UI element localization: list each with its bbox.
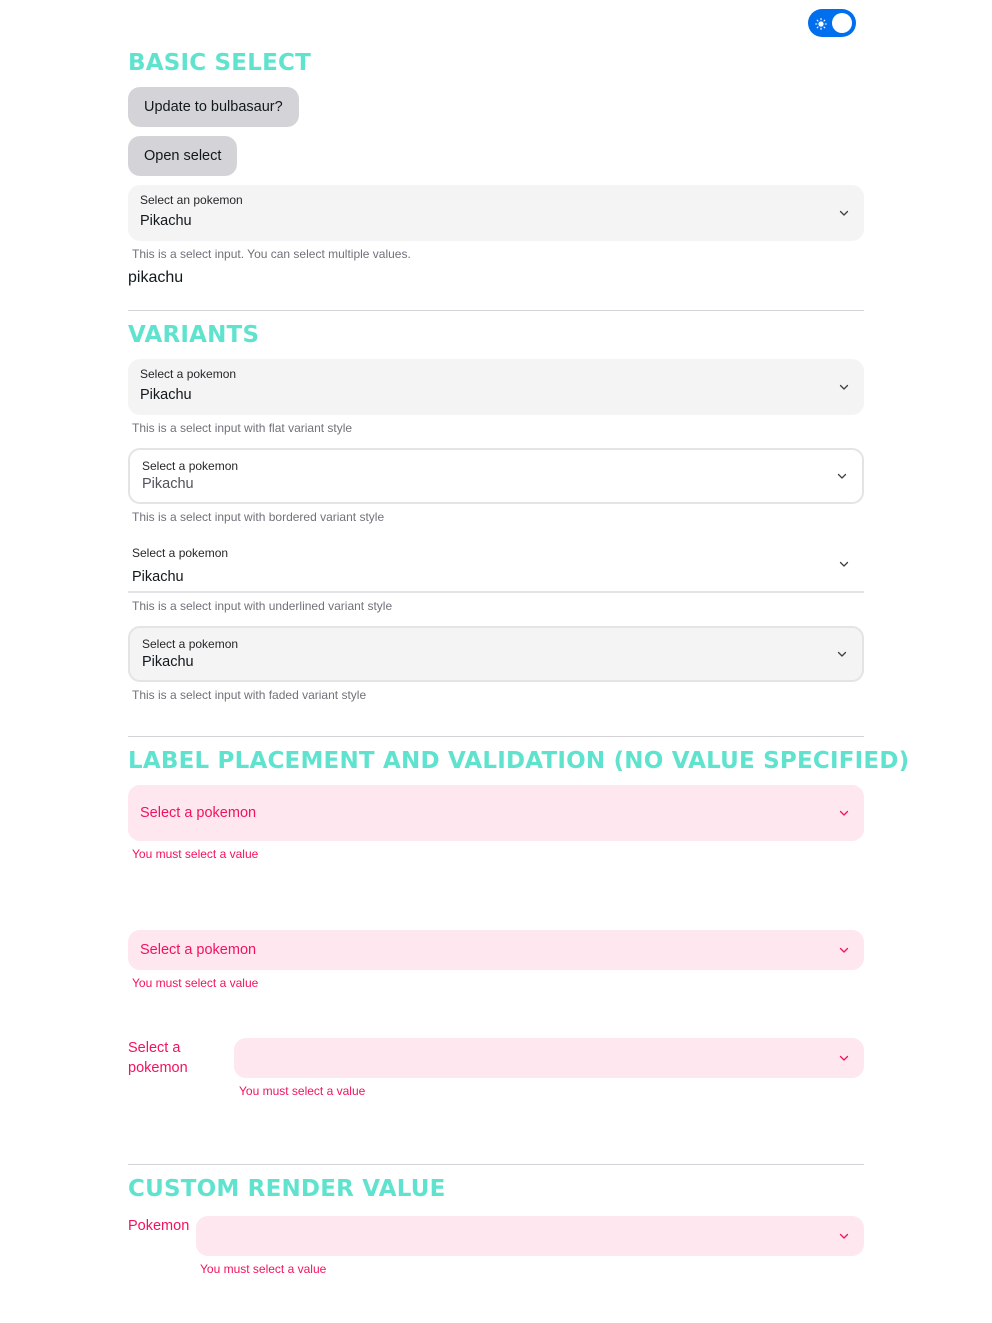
section-heading-validation: Label placement and validation (no value… bbox=[128, 748, 910, 774]
outside-left-label: Select a pokemon bbox=[128, 1038, 188, 1078]
validation-error-text: You must select a value bbox=[200, 1262, 327, 1276]
inside-label-invalid-select[interactable]: Select a pokemon bbox=[128, 785, 864, 841]
chevron-down-icon bbox=[838, 944, 850, 956]
select-value: Pikachu bbox=[140, 387, 192, 403]
select-placeholder: Select a pokemon bbox=[140, 805, 257, 821]
chevron-down-icon bbox=[838, 207, 850, 219]
divider bbox=[128, 736, 864, 737]
update-to-bulbasaur-button[interactable]: Update to bulbasaur? bbox=[128, 87, 299, 127]
select-label: Select a pokemon bbox=[142, 459, 239, 473]
flat-helper-text: This is a select input with flat variant… bbox=[132, 421, 353, 435]
select-label: Select a pokemon bbox=[140, 367, 237, 381]
chevron-down-icon bbox=[838, 1230, 850, 1242]
theme-toggle[interactable] bbox=[808, 9, 856, 37]
bordered-variant-select[interactable]: Select a pokemon Pikachu bbox=[128, 448, 864, 504]
divider bbox=[128, 1164, 864, 1165]
underlined-variant-select[interactable]: Select a pokemon Pikachu bbox=[128, 541, 864, 593]
label-line: pokemon bbox=[128, 1060, 188, 1076]
label-line: Select a bbox=[128, 1040, 181, 1056]
bordered-helper-text: This is a select input with bordered var… bbox=[132, 510, 385, 524]
chevron-down-icon bbox=[836, 648, 848, 660]
faded-variant-select[interactable]: Select a pokemon Pikachu bbox=[128, 626, 864, 682]
toggle-knob bbox=[832, 13, 852, 33]
chevron-down-icon bbox=[838, 558, 850, 570]
validation-error-text: You must select a value bbox=[132, 976, 259, 990]
select-label: Select a pokemon bbox=[142, 637, 239, 651]
divider bbox=[128, 310, 864, 311]
section-heading-variants: Variants bbox=[128, 322, 260, 348]
selected-value-text: pikachu bbox=[128, 269, 184, 286]
underlined-helper-text: This is a select input with underlined v… bbox=[132, 599, 393, 613]
select-value: Pikachu bbox=[132, 569, 184, 585]
validation-error-text: You must select a value bbox=[239, 1084, 366, 1098]
custom-render-invalid-select[interactable] bbox=[196, 1216, 864, 1256]
chevron-down-icon bbox=[838, 381, 850, 393]
chevron-down-icon bbox=[838, 1052, 850, 1064]
validation-error-text: You must select a value bbox=[132, 847, 259, 861]
select-label: Select an pokemon bbox=[140, 193, 243, 207]
faded-helper-text: This is a select input with faded varian… bbox=[132, 688, 367, 702]
select-placeholder: Select a pokemon bbox=[140, 942, 257, 958]
basic-pokemon-select[interactable]: Select an pokemon Pikachu bbox=[128, 185, 864, 241]
section-heading-custom-render-value: Custom render value bbox=[128, 1176, 446, 1202]
sun-icon bbox=[815, 17, 827, 30]
outside-left-invalid-select[interactable] bbox=[234, 1038, 864, 1078]
chevron-down-icon bbox=[836, 470, 848, 482]
select-helper-text: This is a select input. You can select m… bbox=[132, 247, 411, 261]
pokemon-label: Pokemon bbox=[128, 1218, 190, 1234]
select-value: Pikachu bbox=[140, 213, 192, 229]
select-value: Pikachu bbox=[142, 476, 194, 492]
chevron-down-icon bbox=[838, 807, 850, 819]
section-heading-basic-select: Basic Select bbox=[128, 50, 311, 76]
outside-label-invalid-select[interactable]: Select a pokemon bbox=[128, 930, 864, 970]
open-select-button[interactable]: Open select bbox=[128, 136, 238, 176]
select-label: Select a pokemon bbox=[132, 546, 229, 560]
flat-variant-select[interactable]: Select a pokemon Pikachu bbox=[128, 359, 864, 415]
select-value: Pikachu bbox=[142, 654, 194, 670]
